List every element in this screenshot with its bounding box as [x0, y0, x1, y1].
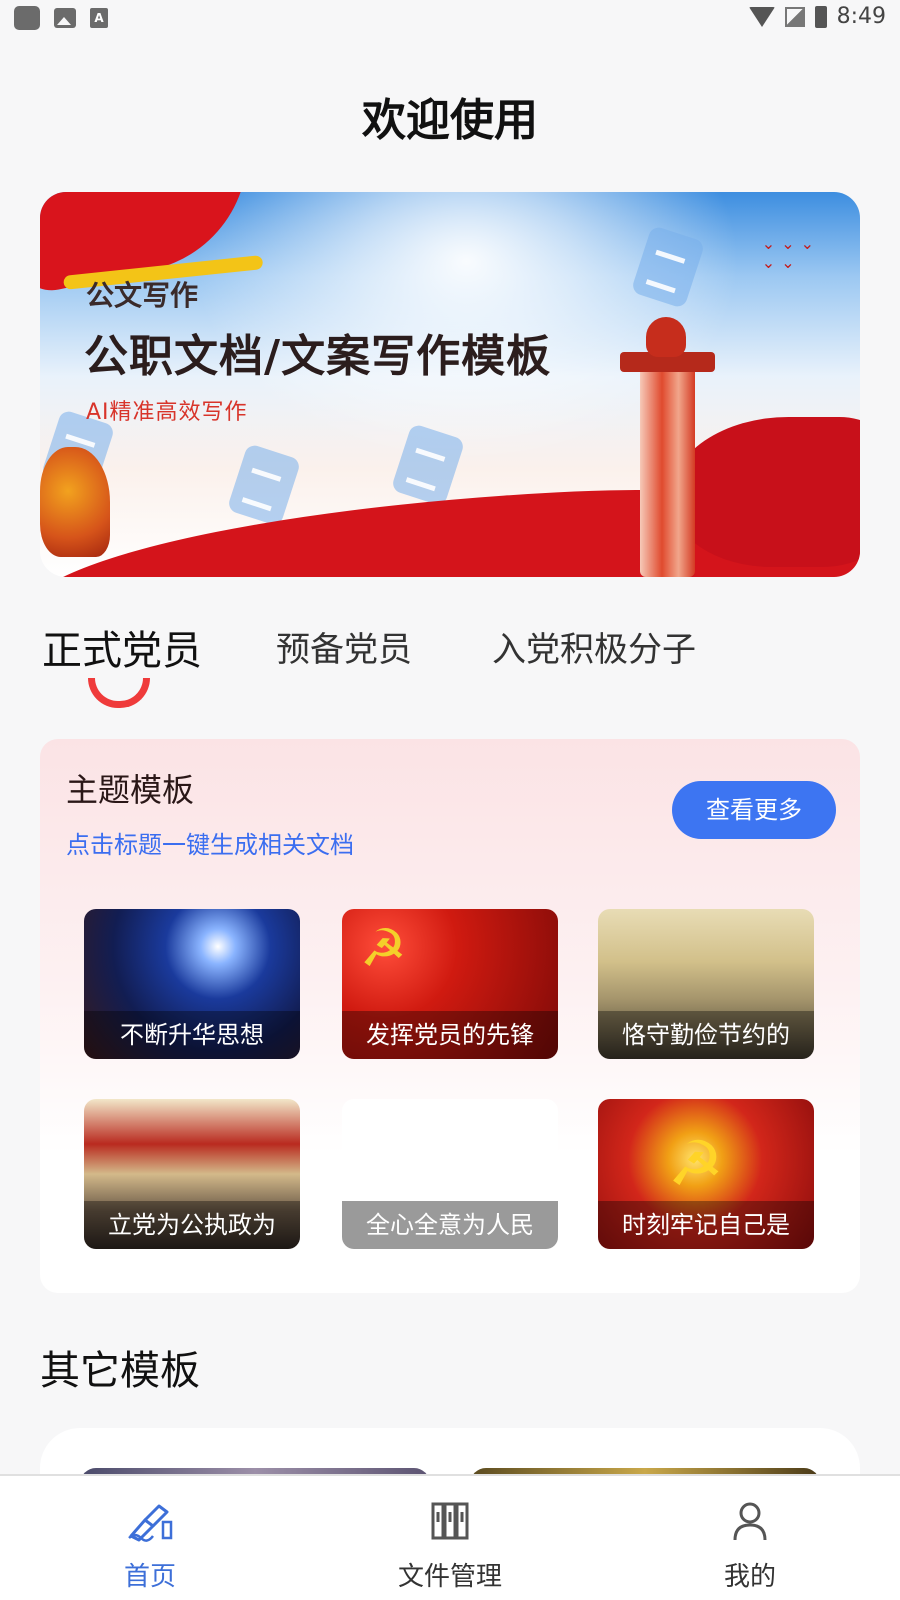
banner-label: 公文写作: [86, 279, 199, 312]
status-time: 8:49: [836, 4, 886, 29]
theme-templates-card: 主题模板 点击标题一键生成相关文档 查看更多 不断升华思想 ☭ 发挥党员的先锋 …: [40, 739, 860, 1293]
template-tile-caption: 立党为公执政为: [84, 1201, 300, 1249]
birds-decoration: ⌄⌄⌄ ⌄⌄: [761, 234, 820, 272]
wifi-icon: [748, 6, 775, 27]
hammer-sickle-icon: ☭: [360, 919, 407, 979]
template-tile[interactable]: 全心全意为人民: [342, 1099, 558, 1249]
other-templates-title: 其它模板: [40, 1348, 200, 1394]
binders-icon: [431, 1502, 469, 1540]
template-tile-caption: 时刻牢记自己是: [598, 1201, 814, 1249]
banner-tagline: AI精准高效写作: [86, 400, 248, 425]
battery-icon: [814, 5, 827, 28]
bottom-navigation: 首页 文件管理 我的: [0, 1474, 900, 1600]
banner-title: 公职文档/文案写作模板: [84, 331, 552, 382]
app-notification-icon: [14, 6, 40, 30]
view-more-button[interactable]: 查看更多: [672, 781, 836, 839]
nav-home[interactable]: 首页: [0, 1476, 300, 1600]
tab-activist[interactable]: 入党积极分子: [492, 622, 696, 671]
nav-profile[interactable]: 我的: [600, 1476, 900, 1600]
banner[interactable]: ⌄⌄⌄ ⌄⌄ 公文写作 公职文档/文案写作模板 AI精准高效写作: [40, 192, 860, 577]
nav-file-manager-label: 文件管理: [397, 1562, 502, 1592]
template-tile-caption: 发挥党员的先锋: [342, 1011, 558, 1059]
template-tile[interactable]: 恪守勤俭节约的: [598, 909, 814, 1059]
section-subtitle: 点击标题一键生成相关文档: [66, 831, 354, 859]
member-type-tabs: 正式党员 预备党员 入党积极分子: [40, 622, 860, 712]
hammer-sickle-icon: ☭: [668, 1127, 724, 1200]
template-tile[interactable]: ☭ 发挥党员的先锋: [342, 909, 558, 1059]
template-tile-caption: 不断升华思想: [84, 1011, 300, 1059]
active-tab-indicator: [88, 678, 150, 708]
stone-lion-decoration: [40, 447, 110, 557]
template-tile[interactable]: ☭ 时刻牢记自己是: [598, 1099, 814, 1249]
page-title: 欢迎使用: [362, 95, 538, 146]
status-right-icons: 8:49: [748, 4, 886, 29]
huabiao-pillar-decoration: [620, 317, 715, 577]
tab-formal-member[interactable]: 正式党员: [42, 618, 202, 676]
text-notification-icon: A: [90, 8, 108, 28]
template-tile-caption: 全心全意为人民: [342, 1201, 558, 1249]
user-icon: [733, 1502, 767, 1541]
nav-profile-label: 我的: [723, 1562, 776, 1592]
template-tile-caption: 恪守勤俭节约的: [598, 1011, 814, 1059]
section-title: 主题模板: [66, 771, 195, 809]
tab-probationary-member[interactable]: 预备党员: [276, 622, 412, 671]
nav-file-manager[interactable]: 文件管理: [300, 1476, 600, 1600]
status-bar: A 8:49: [0, 0, 900, 36]
no-signal-icon: [784, 6, 805, 27]
template-tile[interactable]: 不断升华思想: [84, 909, 300, 1059]
nav-home-label: 首页: [123, 1562, 176, 1592]
image-notification-icon: [54, 8, 76, 28]
pen-write-icon: [128, 1504, 173, 1542]
template-tile[interactable]: 立党为公执政为: [84, 1099, 300, 1249]
status-left-icons: A: [14, 6, 108, 30]
